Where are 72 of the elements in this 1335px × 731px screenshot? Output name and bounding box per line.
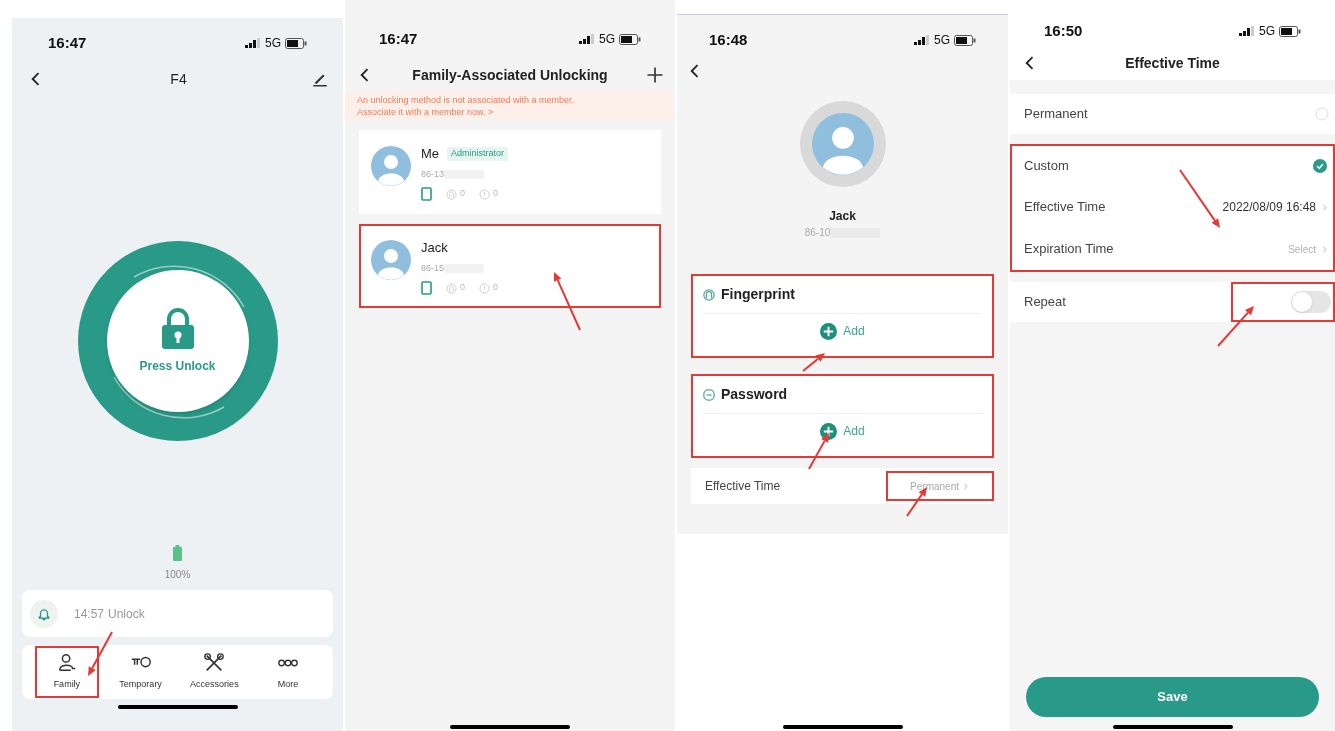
plus-circle-icon (820, 422, 838, 440)
repeat-toggle[interactable] (1291, 291, 1331, 313)
password-icon (479, 188, 490, 200)
network-label: 5G (599, 31, 615, 48)
nav-tab[interactable]: Family (34, 646, 99, 698)
password-icon (479, 282, 490, 294)
battery-icon (619, 33, 641, 45)
method-title: Password (721, 385, 788, 404)
avatar-icon (811, 113, 874, 175)
annotation-arrow (554, 272, 581, 331)
status-time: 16:47 (379, 28, 418, 49)
fingerprint-icon (446, 282, 457, 294)
status-time: 16:47 (48, 32, 87, 53)
nav-tab[interactable]: More (256, 646, 321, 698)
role-badge: Administrator (447, 147, 509, 161)
network-label: 5G (934, 32, 950, 49)
row-label: Effective Time (705, 478, 781, 495)
fingerprint-icon (703, 288, 715, 301)
network-label: 5G (1259, 23, 1275, 40)
member-phone: 86-15 (421, 261, 445, 275)
field-label: Effective Time (1024, 198, 1106, 217)
screen-title: F4 (170, 69, 187, 89)
member-phone: 86-10 (804, 226, 831, 240)
signal-icon (579, 34, 595, 44)
screen-title: Family-Associated Unlocking (412, 65, 608, 85)
time-field-row[interactable]: Expiration Time Select (1012, 228, 1333, 270)
nav-tab[interactable]: Accessories (182, 646, 247, 698)
bell-icon (37, 606, 51, 621)
effective-time-row[interactable]: Effective Time Permanent (691, 468, 994, 504)
avatar-icon (371, 146, 411, 186)
radio-circle-icon (1315, 107, 1329, 121)
annotation-arrow (88, 631, 113, 676)
member-phone: 86-13 (421, 167, 445, 181)
avatar-icon (371, 240, 411, 280)
screen-title: Effective Time (1125, 53, 1220, 73)
signal-icon (914, 35, 930, 45)
signal-icon (245, 38, 261, 48)
field-label: Expiration Time (1024, 240, 1114, 259)
battery-level-icon (173, 545, 182, 561)
event-time: 14:57 (74, 605, 105, 623)
check-circle-icon (1313, 159, 1327, 173)
phone-icon (421, 281, 432, 295)
notice-text: An unlocking method is not associated with a member. (357, 94, 576, 106)
event-text: Unlock (108, 605, 145, 623)
field-placeholder: Select (1288, 242, 1316, 257)
unlock-button[interactable]: Press Unlock (106, 270, 249, 412)
member-name: Jack (421, 239, 448, 257)
nav-tab[interactable]: Temporary (108, 646, 173, 698)
signal-icon (1239, 26, 1255, 36)
method-title: Fingerprint (721, 285, 795, 304)
plus-icon (645, 65, 665, 85)
network-label: 5G (265, 35, 281, 52)
plus-circle-icon (820, 322, 838, 340)
add-button[interactable] (645, 65, 665, 85)
member-name: Jack (829, 208, 856, 225)
password-icon (703, 388, 715, 401)
battery-percent: 100% (164, 568, 191, 582)
battery-icon (285, 37, 307, 49)
phone-icon (421, 187, 432, 201)
member-name: Me (421, 145, 440, 163)
battery-icon (1279, 25, 1301, 37)
notice-text: Associate it with a member now. > (357, 106, 495, 118)
status-time: 16:48 (709, 29, 748, 50)
padlock-icon (159, 307, 196, 349)
annotation-arrow (1179, 169, 1220, 228)
battery-icon (954, 34, 976, 46)
fingerprint-icon (446, 188, 457, 200)
field-value: 2022/08/09 16:48 (1222, 199, 1316, 216)
row-label: Repeat (1024, 293, 1066, 312)
time-option[interactable]: Permanent (1010, 94, 1335, 134)
time-field-row[interactable]: Effective Time 2022/08/09 16:48 (1012, 186, 1333, 228)
status-time: 16:50 (1044, 20, 1083, 41)
